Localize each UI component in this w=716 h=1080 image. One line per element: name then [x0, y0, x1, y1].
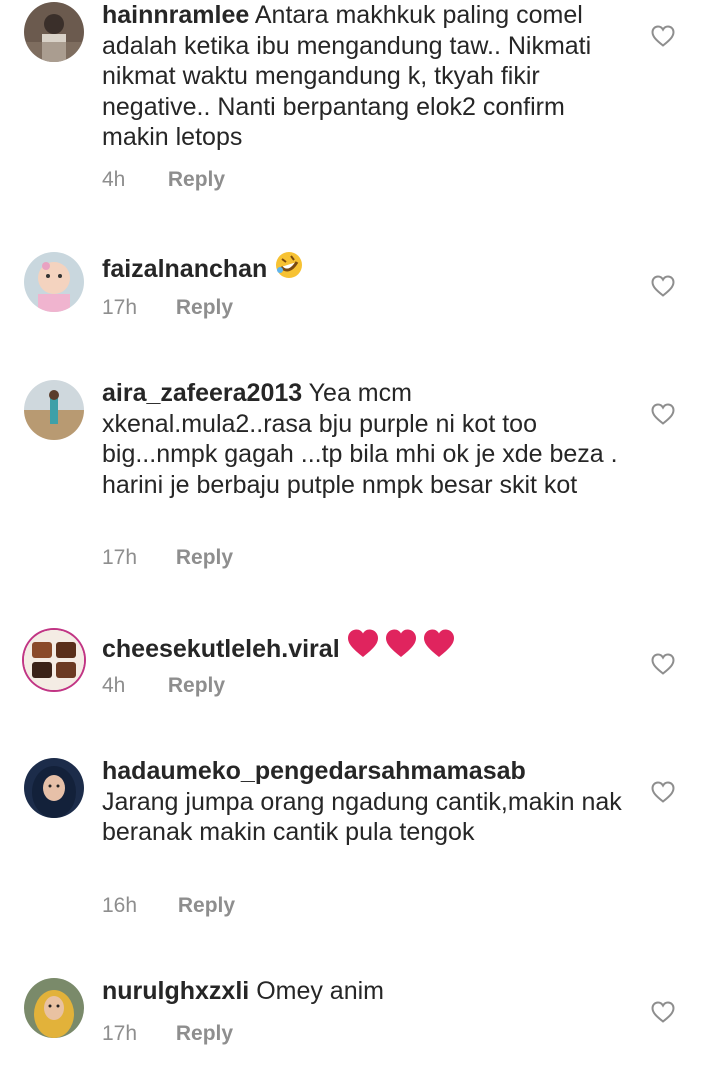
avatar[interactable]: [24, 978, 84, 1038]
three-red-hearts-emoji-icon: [347, 628, 459, 668]
reply-button[interactable]: Reply: [178, 894, 235, 917]
comment-username[interactable]: aira_zafeera2013: [102, 379, 302, 407]
reply-button[interactable]: Reply: [176, 296, 233, 319]
avatar[interactable]: [24, 2, 84, 62]
reply-button[interactable]: Reply: [176, 1022, 233, 1045]
comment-username[interactable]: hadaumeko_pengedarsahmamasab: [102, 757, 526, 785]
like-heart-icon[interactable]: [651, 25, 675, 47]
comment-body: Jarang jumpa orang ngadung cantik,makin …: [102, 787, 622, 847]
comment-username[interactable]: hainnramlee: [102, 1, 249, 29]
comment-text: hainnramlee Antara makhkuk paling comel …: [102, 0, 622, 153]
like-heart-icon[interactable]: [651, 403, 675, 425]
comment-text: nurulghxzxli Omey anim: [102, 976, 622, 1007]
comment-meta: 4h Reply: [102, 168, 225, 192]
comment-meta: 16h Reply: [102, 894, 235, 918]
comment-meta: 17h Reply: [102, 546, 233, 570]
comment-meta: 17h Reply: [102, 296, 233, 320]
avatar[interactable]: [24, 252, 84, 312]
comment-username[interactable]: faizalnanchan: [102, 255, 267, 283]
comment-text: hadaumeko_pengedarsahmamasab Jarang jump…: [102, 756, 622, 848]
avatar[interactable]: [24, 758, 84, 818]
comment-meta: 17h Reply: [102, 1022, 233, 1046]
comment-time: 16h: [102, 894, 138, 917]
comment-text: aira_zafeera2013 Yea mcm xkenal.mula2..r…: [102, 378, 622, 500]
comment-time: 17h: [102, 296, 138, 319]
like-heart-icon[interactable]: [651, 275, 675, 297]
like-heart-icon[interactable]: [651, 1001, 675, 1023]
reply-button[interactable]: Reply: [176, 546, 233, 569]
avatar[interactable]: [24, 630, 84, 690]
like-heart-icon[interactable]: [651, 653, 675, 675]
like-heart-icon[interactable]: [651, 781, 675, 803]
comment-body: Omey anim: [256, 977, 384, 1005]
comment-time: 17h: [102, 546, 138, 569]
comment-username[interactable]: cheesekutleleh.viral: [102, 635, 340, 663]
reply-button[interactable]: Reply: [168, 674, 225, 697]
comment-meta: 4h Reply: [102, 674, 225, 698]
comment-text: faizalnanchan: [102, 250, 622, 288]
avatar[interactable]: [24, 380, 84, 440]
comment-time: 4h: [102, 674, 126, 697]
comment-time: 4h: [102, 168, 126, 191]
reply-button[interactable]: Reply: [168, 168, 225, 191]
comment-time: 17h: [102, 1022, 138, 1045]
rolling-on-floor-laughing-emoji-icon: [274, 250, 304, 288]
comment-username[interactable]: nurulghxzxli: [102, 977, 249, 1005]
comment-text: cheesekutleleh.viral: [102, 628, 622, 668]
